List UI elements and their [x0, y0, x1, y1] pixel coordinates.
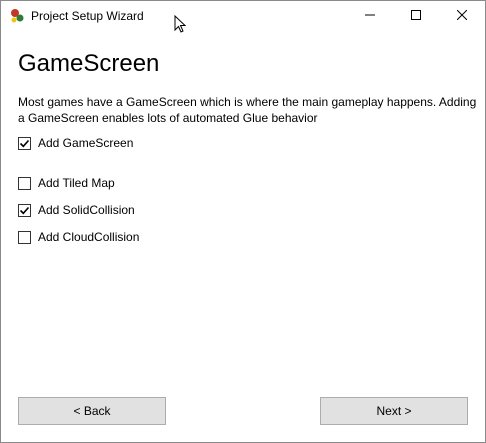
option-add-tiled-map[interactable]: Add Tiled Map [18, 175, 115, 191]
checkbox[interactable] [18, 136, 31, 150]
wizard-window: Project Setup Wizard GameScreen Most gam… [0, 0, 486, 443]
option-add-gamescreen[interactable]: Add GameScreen [18, 135, 133, 151]
mouse-cursor-icon [174, 14, 190, 35]
minimize-button[interactable] [347, 1, 393, 31]
maximize-button[interactable] [393, 1, 439, 31]
option-label: Add SolidCollision [38, 203, 135, 217]
page-description: Most games have a GameScreen which is wh… [18, 95, 477, 125]
option-label: Add GameScreen [38, 136, 134, 150]
checkbox[interactable] [18, 203, 31, 217]
close-button[interactable] [439, 1, 485, 31]
option-label: Add Tiled Map [38, 176, 115, 190]
checkbox[interactable] [18, 176, 31, 190]
back-button[interactable]: < Back [18, 397, 166, 425]
option-add-cloudcollision[interactable]: Add CloudCollision [18, 229, 139, 245]
option-add-solidcollision[interactable]: Add SolidCollision [18, 202, 135, 218]
option-label: Add CloudCollision [38, 230, 140, 244]
title-bar[interactable]: Project Setup Wizard [1, 1, 485, 33]
maximize-icon [411, 7, 421, 25]
checkbox[interactable] [18, 230, 31, 244]
next-button[interactable]: Next > [320, 397, 468, 425]
page-heading: GameScreen [18, 50, 160, 77]
window-title: Project Setup Wizard [31, 9, 144, 23]
minimize-icon [365, 7, 375, 25]
close-icon [456, 7, 468, 25]
frb-logo-icon [9, 8, 25, 24]
